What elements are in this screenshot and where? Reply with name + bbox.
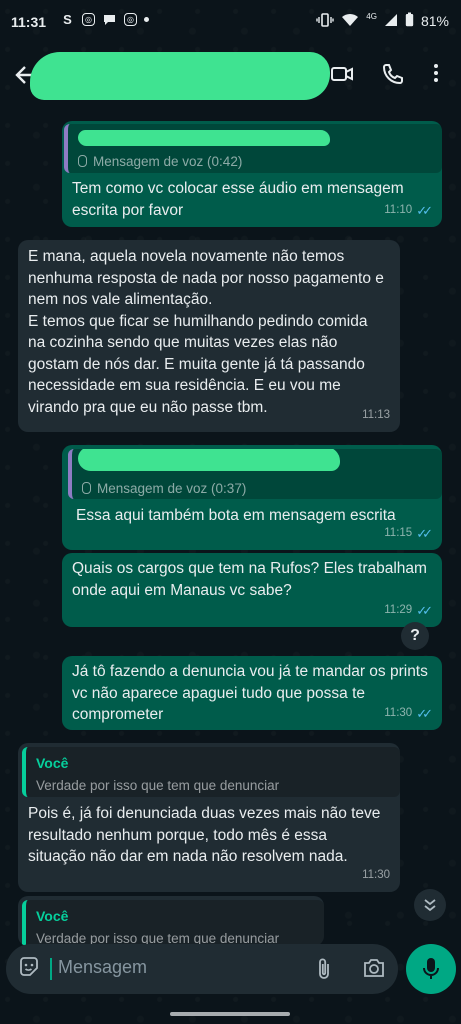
quoted-text: Mensagem de voz (0:37) (97, 481, 247, 496)
read-receipt-icon: ✓✓ (416, 705, 433, 721)
message-time: 11:10 (384, 203, 413, 216)
video-call-icon[interactable] (330, 62, 354, 91)
quoted-message[interactable]: Você Verdade por isso que tem que denunc… (22, 747, 400, 797)
message-text: Tem como vc colocar esse áudio em mensag… (72, 180, 404, 219)
read-receipt-icon: ✓✓ (416, 525, 433, 541)
message-bubble-incoming[interactable]: Você Verdade por isso que tem que denunc… (18, 743, 400, 892)
voice-message-icon (82, 482, 91, 494)
phone-icon[interactable] (381, 62, 403, 91)
battery-percentage: 81% (420, 13, 449, 29)
text-cursor (50, 958, 52, 980)
system-nav-bar (0, 1004, 461, 1024)
message-bubble-outgoing[interactable]: Mensagem de voz (0:37) Essa aqui também … (62, 445, 442, 550)
quoted-text: Mensagem de voz (0:42) (93, 154, 243, 169)
contact-name-redacted[interactable] (30, 52, 330, 100)
message-input[interactable]: Mensagem (58, 957, 147, 978)
vibrate-icon (316, 12, 334, 30)
message-bubble-incoming[interactable]: E mana, aquela novela novamente não temo… (18, 240, 400, 432)
quoted-message[interactable]: Mensagem de voz (0:42) (64, 124, 442, 173)
home-gesture-pill[interactable] (170, 1012, 290, 1016)
status-time: 11:31 (11, 14, 47, 30)
message-bubble-outgoing[interactable]: Mensagem de voz (0:42) Tem como vc coloc… (62, 121, 442, 227)
message-text: Essa aqui também bota em mensagem escrit… (76, 507, 396, 524)
quoted-text: Verdade por isso que tem que denunciar (36, 778, 280, 793)
quoted-name-redacted (78, 130, 330, 146)
read-receipt-icon: ✓✓ (416, 202, 433, 218)
message-text: E mana, aquela novela novamente não temo… (28, 248, 384, 416)
quoted-message[interactable]: Você Verdade por isso que tem que denunc… (22, 900, 324, 946)
quoted-author: Você (36, 908, 69, 924)
instagram-icon: ◎ (82, 13, 95, 26)
quoted-message[interactable]: Mensagem de voz (0:37) (68, 449, 442, 499)
message-composer[interactable]: Mensagem (6, 944, 398, 994)
message-bubble-outgoing[interactable]: Quais os cargos que tem na Rufos? Eles t… (62, 553, 442, 627)
message-time: 11:13 (362, 408, 390, 421)
read-receipt-icon: ✓✓ (416, 602, 433, 618)
network-type: 4G (366, 11, 377, 21)
message-time: 11:30 (384, 706, 413, 719)
attach-icon[interactable] (314, 957, 334, 986)
message-time: 11:29 (384, 603, 413, 616)
double-chevron-down-icon (423, 899, 437, 915)
messages-icon (102, 12, 117, 27)
wifi-icon (341, 13, 359, 30)
status-bar: 11:31 S ◎ ◎ 4G 81% (0, 0, 461, 44)
message-text: Quais os cargos que tem na Rufos? Eles t… (72, 560, 427, 599)
more-notifications-dot (144, 17, 149, 22)
question-reaction-badge[interactable]: ? (401, 622, 429, 650)
voice-message-icon (78, 155, 87, 167)
message-time: 11:30 (362, 868, 390, 881)
skype-icon: S (63, 12, 72, 27)
sticker-icon[interactable] (18, 956, 40, 978)
quoted-author: Você (36, 755, 69, 771)
chat-header (0, 44, 461, 108)
signal-icon (384, 13, 398, 30)
quoted-name-redacted (78, 449, 340, 471)
battery-icon (405, 12, 414, 30)
message-text: Pois é, já foi denunciada duas vezes mai… (28, 805, 381, 865)
message-bubble-outgoing[interactable]: Já tô fazendo a denuncia vou já te manda… (62, 656, 442, 730)
scroll-to-bottom-button[interactable] (414, 889, 446, 921)
instagram-icon: ◎ (124, 13, 137, 26)
message-text: Já tô fazendo a denuncia vou já te manda… (72, 663, 428, 723)
voice-record-button[interactable] (406, 944, 456, 994)
message-time: 11:15 (384, 526, 413, 539)
microphone-icon (422, 957, 440, 986)
more-options-icon[interactable] (433, 62, 439, 89)
camera-icon[interactable] (362, 957, 386, 984)
message-bubble-incoming[interactable]: Você Verdade por isso que tem que denunc… (18, 896, 324, 946)
